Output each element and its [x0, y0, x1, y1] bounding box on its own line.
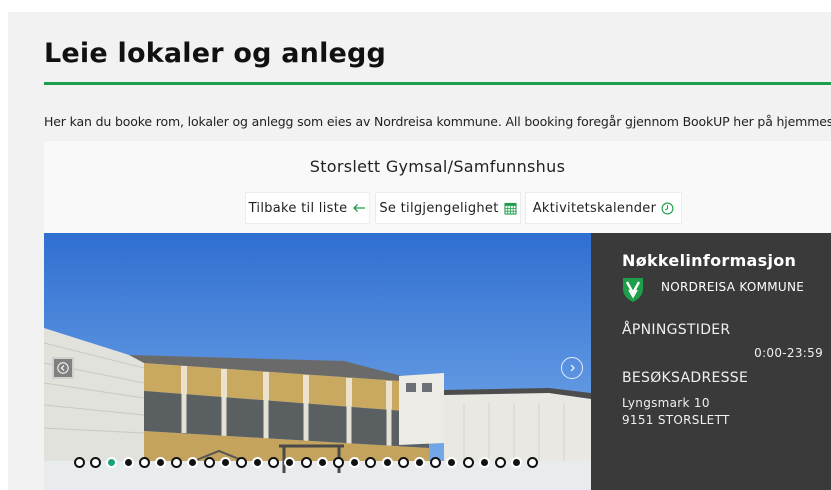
next-slide-button[interactable]	[561, 357, 583, 379]
calendar-grid-icon	[504, 202, 517, 215]
opening-hours-label: ÅPNINGSTIDER	[622, 322, 731, 338]
previous-slide-button[interactable]	[52, 357, 74, 379]
page-container: Leie lokaler og anlegg Her kan du booke …	[8, 12, 831, 490]
page-title: Leie lokaler og anlegg	[44, 38, 387, 69]
slide-dot[interactable]	[333, 456, 344, 468]
venue-title: Storslett Gymsal/Samfunnshus	[309, 157, 566, 176]
slide-dot[interactable]	[349, 456, 361, 468]
slide-dot[interactable]	[74, 456, 85, 468]
back-to-list-button[interactable]: Tilbake til liste	[245, 192, 370, 224]
chevron-right-icon	[567, 363, 577, 373]
slide-dot[interactable]	[430, 456, 442, 468]
venue-photo-slideshow[interactable]	[44, 233, 591, 490]
visit-address-label: BESØKSADRESSE	[622, 370, 749, 386]
slide-dot[interactable]	[187, 456, 199, 468]
slide-dot[interactable]	[300, 456, 312, 468]
clock-icon	[661, 202, 674, 215]
slide-dot[interactable]	[365, 456, 377, 468]
venue-photo	[44, 233, 591, 490]
slide-dot[interactable]	[397, 456, 409, 468]
slide-dot[interactable]	[478, 456, 490, 468]
organization-name: NORDREISA KOMMUNE	[661, 280, 805, 294]
slide-dot[interactable]	[235, 456, 247, 468]
slide-dot[interactable]	[268, 456, 280, 468]
municipality-shield-icon	[622, 277, 644, 307]
slide-dot-active[interactable]	[106, 456, 118, 468]
key-info-heading: Nøkkelinformasjon	[622, 251, 797, 270]
opening-hours-value: 0:00-23:59	[754, 346, 823, 360]
activity-calendar-button[interactable]: Aktivitetskalender	[525, 192, 682, 224]
availability-label: Se tilgjengelighet	[379, 200, 499, 216]
slide-dot[interactable]	[413, 456, 425, 468]
activity-calendar-label: Aktivitetskalender	[532, 200, 657, 216]
address-street: Lyngsmark 10	[622, 396, 710, 410]
slide-dot[interactable]	[171, 456, 183, 468]
slide-dot[interactable]	[154, 456, 166, 468]
venue-card: Storslett Gymsal/Samfunnshus Tilbake til…	[44, 141, 831, 490]
arrow-left-icon	[352, 203, 366, 213]
slide-indicators	[74, 456, 539, 468]
slide-dot[interactable]	[284, 456, 296, 468]
slide-dot[interactable]	[381, 456, 393, 468]
slide-dot[interactable]	[527, 456, 539, 468]
chevron-left-icon	[57, 362, 69, 374]
intro-text: Her kan du booke rom, lokaler og anlegg …	[44, 114, 831, 129]
slide-dot[interactable]	[138, 456, 150, 468]
title-underline	[44, 82, 831, 85]
slide-dot[interactable]	[90, 456, 102, 468]
slide-dot[interactable]	[316, 456, 328, 468]
back-to-list-label: Tilbake til liste	[248, 200, 348, 216]
slide-dot[interactable]	[122, 456, 134, 468]
slide-dot[interactable]	[203, 456, 215, 468]
address-postal: 9151 STORSLETT	[622, 413, 730, 427]
slide-dot[interactable]	[252, 456, 264, 468]
availability-button[interactable]: Se tilgjengelighet	[375, 192, 521, 224]
slide-dot[interactable]	[219, 456, 231, 468]
slide-dot[interactable]	[462, 456, 474, 468]
key-info-panel: Nøkkelinformasjon NORDREISA KOMMUNE ÅPNI…	[591, 233, 831, 490]
slide-dot[interactable]	[494, 456, 506, 468]
slide-dot[interactable]	[446, 456, 458, 468]
slide-dot[interactable]	[511, 456, 523, 468]
